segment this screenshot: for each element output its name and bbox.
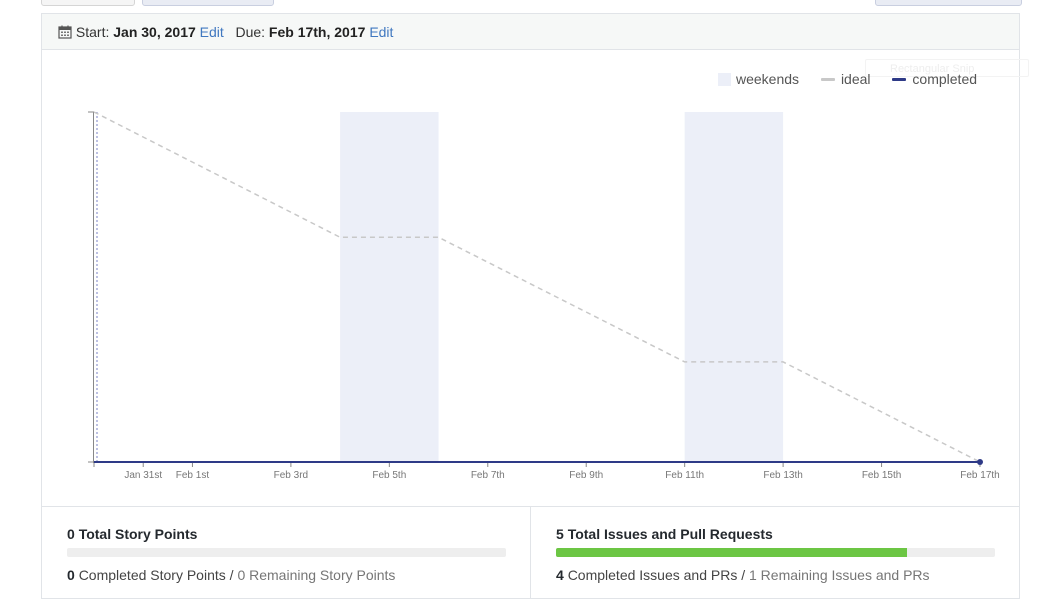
sprint-dates-header: Start: Jan 30, 2017 Edit Due: Feb 17th, … xyxy=(42,14,1019,50)
legend-completed: completed xyxy=(892,71,977,87)
stats-row: 0 Total Story Points 0 Completed Story P… xyxy=(42,506,1019,599)
top-tab-button-active[interactable] xyxy=(142,0,274,6)
story-points-stat: 0 Total Story Points 0 Completed Story P… xyxy=(42,507,531,599)
issues-summary: 4 Completed Issues and PRs / 1 Remaining… xyxy=(556,567,930,583)
burndown-chart-svg: Jan 31st Feb 1st Feb 3rd Feb 5th Feb 7th Feb … xyxy=(88,111,1000,481)
x-tick-label: Feb 11th xyxy=(665,470,704,481)
start-date: Jan 30, 2017 xyxy=(113,24,196,40)
legend-completed-label: completed xyxy=(912,71,978,88)
story-points-total: 0 xyxy=(67,526,75,542)
ideal-line xyxy=(93,111,981,463)
start-label: Start: xyxy=(75,24,110,40)
calendar-icon xyxy=(58,25,72,39)
edit-start-link[interactable]: Edit xyxy=(200,24,224,40)
x-tick-label: Feb 17th xyxy=(960,470,999,481)
issues-completed-count: 4 xyxy=(556,567,564,583)
x-tick-label: Feb 3rd xyxy=(274,470,308,481)
weekend-band xyxy=(684,112,784,462)
chart-legend: weekends ideal completed xyxy=(718,70,977,87)
legend-weekends-label: weekends xyxy=(736,71,800,88)
edit-due-link[interactable]: Edit xyxy=(369,24,393,40)
story-points-summary: 0 Completed Story Points / 0 Remaining S… xyxy=(67,567,395,583)
issues-completed-label: Completed Issues and PRs xyxy=(567,567,738,583)
story-points-title: 0 Total Story Points xyxy=(67,526,197,542)
legend-ideal-label: ideal xyxy=(840,71,871,88)
due-label: Due: xyxy=(235,24,266,40)
issues-remaining: 1 Remaining Issues and PRs xyxy=(749,567,930,583)
top-right-button[interactable] xyxy=(875,0,1022,6)
burndown-panel: Start: Jan 30, 2017 Edit Due: Feb 17th, … xyxy=(41,13,1029,599)
weekends-swatch xyxy=(718,73,731,87)
legend-weekends: weekends xyxy=(718,71,799,87)
issues-total: 5 xyxy=(556,526,564,542)
story-points-completed-label: Completed Story Points xyxy=(78,567,226,583)
burndown-chart: Jan 31st Feb 1st Feb 3rd Feb 5th Feb 7th Feb … xyxy=(42,51,1019,506)
x-tick-label: Feb 15th xyxy=(862,470,901,481)
issues-stat: 5 Total Issues and Pull Requests 4 Compl… xyxy=(531,507,1019,599)
weekend-band xyxy=(340,112,439,462)
issues-total-label: Total Issues and Pull Requests xyxy=(567,526,773,542)
completed-swatch xyxy=(892,78,907,82)
issues-title: 5 Total Issues and Pull Requests xyxy=(556,526,773,542)
legend-ideal: ideal xyxy=(820,71,871,88)
separator: / xyxy=(229,567,234,583)
issues-progress-fill xyxy=(556,548,908,557)
story-points-remaining: 0 Remaining Story Points xyxy=(237,567,396,583)
story-points-completed-count: 0 xyxy=(67,567,75,583)
ideal-swatch xyxy=(820,78,835,82)
x-tick-label: Feb 13th xyxy=(763,470,802,481)
x-tick-label: Feb 1st xyxy=(176,470,210,481)
x-tick-label: Jan 31st xyxy=(124,470,162,481)
top-tab-button[interactable] xyxy=(41,0,135,6)
issues-progress-bar xyxy=(556,548,995,557)
completed-point xyxy=(977,459,983,465)
story-points-total-label: Total Story Points xyxy=(78,526,198,542)
due-date: Feb 17th, 2017 xyxy=(268,24,366,40)
x-tick-label: Feb 9th xyxy=(569,470,603,481)
story-points-progress-bar xyxy=(67,548,506,557)
x-tick-label: Feb 7th xyxy=(471,470,505,481)
separator: / xyxy=(741,567,746,583)
x-tick-label: Feb 5th xyxy=(372,470,406,481)
